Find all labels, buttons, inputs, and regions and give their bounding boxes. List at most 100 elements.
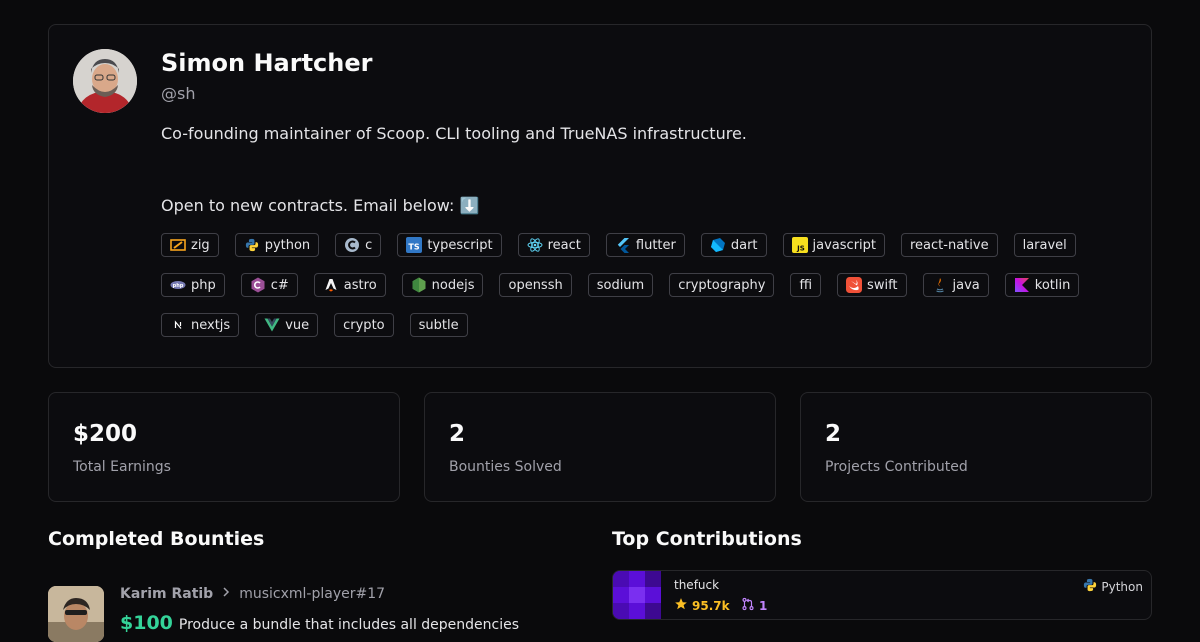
tag-kotlin[interactable]: kotlin [1004,273,1080,297]
tag-javascript[interactable]: JS javascript [782,233,885,257]
bounty-sponsor-avatar[interactable] [48,586,104,642]
tag-java[interactable]: java [922,273,989,297]
stat-value: $200 [73,421,138,447]
contribution-card[interactable]: thefuck 95.7k 1 Python [612,570,1152,620]
tag-label: nodejs [431,277,475,293]
chevron-right-icon [221,586,231,602]
swift-icon [846,277,863,293]
profile-card: Simon Hartcher @sh Co-founding maintaine… [48,24,1152,368]
repo-name: thefuck [674,578,720,592]
stat-label: Bounties Solved [449,459,562,475]
bounty-sponsor-name[interactable]: Karim Ratib [120,586,213,602]
tag-c[interactable]: c# [240,273,298,297]
top-contributions-heading: Top Contributions [612,528,802,550]
nextjs-icon [170,317,186,333]
c-icon [344,237,360,253]
tag-python[interactable]: python [234,233,320,257]
stat-value: 2 [449,421,466,447]
prs-count: 1 [759,598,768,613]
svg-text:TS: TS [409,243,420,252]
tag-typescript[interactable]: TS typescript [397,233,502,257]
tag-flutter[interactable]: flutter [605,233,685,257]
tag-openssh[interactable]: openssh [499,273,572,297]
tag-ffi[interactable]: ffi [790,273,822,297]
nodejs-icon [411,277,427,293]
astro-icon [323,277,339,293]
tag-sodium[interactable]: sodium [587,273,654,297]
tag-label: openssh [508,277,563,293]
tag-swift[interactable]: swift [837,273,907,297]
javascript-icon: JS [791,237,808,253]
tag-astro[interactable]: astro [313,273,386,297]
tag-label: react [547,237,581,253]
svg-text:php: php [173,283,184,289]
typescript-icon: TS [406,237,423,253]
tag-nodejs[interactable]: nodejs [401,273,484,297]
bounty-title[interactable]: Produce a bundle that includes all depen… [179,617,519,633]
pull-request-icon [741,597,755,614]
bounty-issue-link[interactable]: musicxml-player#17 [239,586,385,602]
vue-icon [264,317,280,333]
tag-label: cryptography [678,277,766,293]
tag-php[interactable]: php php [161,273,225,297]
stat-label: Projects Contributed [825,459,968,475]
tag-label: ffi [799,277,813,293]
dart-icon [710,237,726,253]
tag-label: nextjs [191,317,231,333]
star-icon [674,597,688,614]
repo-prs: 1 [741,597,767,614]
tag-nextjs[interactable]: nextjs [161,313,240,337]
tag-cryptography[interactable]: cryptography [669,273,775,297]
stat-bounties-solved: 2 Bounties Solved [424,392,776,502]
python-icon [1083,578,1097,595]
flutter-icon [615,237,631,253]
completed-bounties-heading: Completed Bounties [48,528,265,550]
profile-bio: Co-founding maintainer of Scoop. CLI too… [161,124,747,215]
tag-laravel[interactable]: laravel [1013,233,1076,257]
stat-value: 2 [825,421,842,447]
tag-label: react-native [910,237,989,253]
php-icon: php [170,277,186,293]
tag-label: swift [867,277,898,293]
tag-react[interactable]: react [517,233,590,257]
tag-react-native[interactable]: react-native [901,233,998,257]
tag-crypto[interactable]: crypto [334,313,394,337]
python-icon [244,237,260,253]
tag-vue[interactable]: vue [255,313,319,337]
tag-label: astro [343,277,377,293]
zig-icon [170,237,186,253]
tag-label: flutter [635,237,676,253]
tag-label: laravel [1022,237,1067,253]
kotlin-icon [1014,277,1030,293]
bounty-amount: $100 [120,612,173,634]
tag-c[interactable]: c [335,233,382,257]
csharp-icon [250,277,266,293]
java-icon [932,277,948,293]
stat-projects-contributed: 2 Projects Contributed [800,392,1152,502]
tag-label: crypto [343,317,385,333]
profile-handle[interactable]: @sh [161,84,195,103]
tag-label: javascript [812,237,876,253]
tag-label: c [365,237,373,253]
tag-zig[interactable]: zig [161,233,219,257]
repo-language: Python [1083,578,1143,595]
react-icon [527,237,543,253]
tag-label: c# [270,277,289,293]
bounty-meta: Karim Ratib musicxml-player#17 [120,586,385,602]
tag-label: vue [285,317,310,333]
tag-label: java [952,277,980,293]
stat-total-earnings: $200 Total Earnings [48,392,400,502]
tag-label: typescript [427,237,493,253]
tag-subtle[interactable]: subtle [409,313,468,337]
repo-avatar [613,571,661,619]
language-label: Python [1101,579,1143,594]
profile-name: Simon Hartcher [161,49,373,77]
tag-label: zig [191,237,210,253]
stat-label: Total Earnings [73,459,171,475]
tag-dart[interactable]: dart [700,233,767,257]
profile-avatar [73,49,137,113]
tag-label: kotlin [1034,277,1071,293]
repo-stars: 95.7k [674,597,730,614]
tag-label: subtle [418,317,459,333]
svg-text:JS: JS [796,245,805,253]
